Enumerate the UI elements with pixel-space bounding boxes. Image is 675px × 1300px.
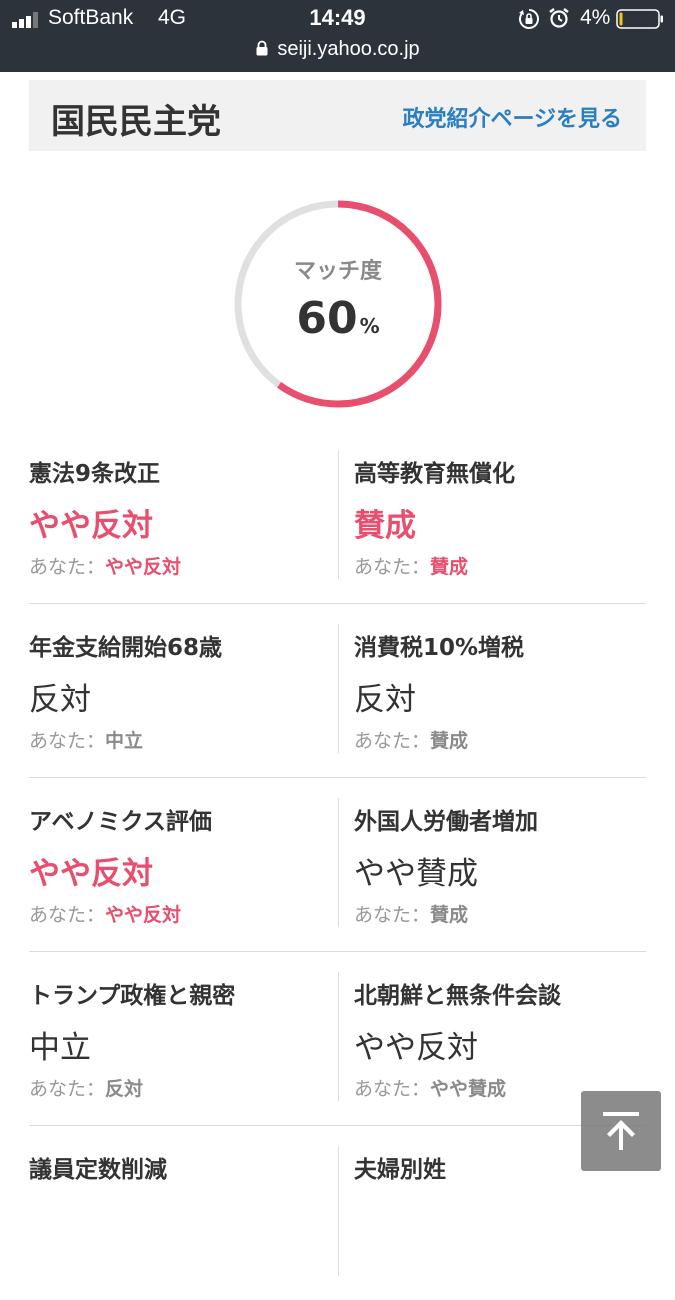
party-header: 国民民主党 政党紹介ページを見る — [29, 80, 646, 151]
column-divider — [338, 450, 339, 579]
issue-topic: 憲法9条改正 — [29, 461, 161, 487]
your-answer-value: やや反対 — [105, 556, 182, 578]
your-answer: あなた：やや反対 — [29, 552, 181, 579]
url-bar[interactable]: seiji.yahoo.co.jp — [0, 38, 675, 70]
alarm-icon — [549, 8, 569, 28]
issue-card: 外国人労働者増加やや賛成あなた：賛成 — [354, 778, 654, 952]
issue-row: トランプ政権と親密 中立 あなた：反対 北朝鮮と無条件会談 やや反対 あなた：やや賛成 — [29, 952, 646, 1126]
issue-row: アベノミクス評価 やや反対 あなた：やや反対 外国人労働者増加 やや賛成 あなた：賛成 — [29, 778, 646, 952]
issue-topic: 北朝鮮と無条件会談 — [354, 983, 561, 1009]
your-answer-label: あなた： — [29, 730, 106, 752]
issue-card: 高等教育無償化 賛成 あなた：賛成 — [354, 430, 654, 604]
your-answer-label: あなた： — [354, 730, 431, 752]
your-answer-label: あなた： — [354, 1078, 431, 1100]
party-stance: 反対 — [354, 682, 416, 718]
column-divider — [338, 972, 339, 1101]
your-answer: あなた：やや賛成 — [354, 1074, 506, 1101]
your-answer-value: 賛成 — [430, 556, 469, 578]
your-answer: あなた：賛成 — [354, 726, 468, 753]
arrow-up-to-top-icon — [603, 1112, 639, 1150]
column-divider — [338, 624, 339, 753]
issue-row: 憲法9条改正 やや反対 あなた：やや反対 高等教育無償化 賛成 あなた：賛成 — [29, 430, 646, 604]
issue-topic: 議員定数削減 — [29, 1157, 167, 1183]
party-stance: 賛成 — [354, 508, 416, 544]
issue-grid: 憲法9条改正 やや反対 あなた：やや反対 高等教育無償化 賛成 あなた：賛成 年金支給開始6… — [29, 430, 646, 1300]
issue-topic: トランプ政権と親密 — [29, 983, 236, 1009]
status-bar: SoftBank 4G 14:49 4% seiji.yahoo.co.jp — [0, 0, 675, 72]
issue-card: 議員定数削減 — [29, 1126, 329, 1300]
issue-card: 年金支給開始68歳反対あなた：中立 — [29, 604, 329, 778]
party-stance: 反対 — [29, 682, 91, 718]
party-name: 国民民主党 — [51, 102, 221, 142]
your-answer-value: やや賛成 — [430, 1078, 507, 1100]
party-stance: やや反対 — [29, 856, 153, 892]
your-answer-value: 賛成 — [430, 730, 469, 752]
your-answer-label: あなた： — [354, 904, 431, 926]
match-unit: % — [359, 314, 380, 338]
lock-icon — [256, 40, 268, 56]
issue-row: 議員定数削減 夫婦別姓 — [29, 1126, 646, 1300]
clock: 14:49 — [309, 5, 366, 30]
match-value: 60% — [232, 293, 444, 344]
your-answer-value: 反対 — [105, 1078, 144, 1100]
issue-card: 消費税10%増税反対あなた：賛成 — [354, 604, 654, 778]
your-answer: あなた：中立 — [29, 726, 143, 753]
issue-card: アベノミクス評価 やや反対 あなた：やや反対 — [29, 778, 329, 952]
orientation-lock-icon — [519, 9, 539, 29]
your-answer: あなた：やや反対 — [29, 900, 181, 927]
party-stance: やや反対 — [29, 508, 153, 544]
your-answer: あなた：反対 — [29, 1074, 143, 1101]
party-profile-link[interactable]: 政党紹介ページを見る — [402, 101, 622, 133]
battery-icon — [616, 9, 663, 29]
issue-topic: 消費税10%増税 — [354, 635, 525, 661]
match-label: マッチ度 — [293, 259, 382, 284]
scroll-top-button[interactable] — [581, 1091, 661, 1171]
party-stance: 中立 — [29, 1030, 91, 1066]
your-answer-label: あなた： — [29, 556, 106, 578]
issue-topic: 外国人労働者増加 — [354, 809, 538, 835]
issue-card: トランプ政権と親密中立あなた：反対 — [29, 952, 329, 1126]
match-percent: 60 — [296, 293, 358, 344]
your-answer-label: あなた： — [29, 1078, 106, 1100]
your-answer: あなた：賛成 — [354, 552, 468, 579]
issue-row: 年金支給開始68歳 反対 あなた：中立 消費税10%増税 反対 あなた：賛成 — [29, 604, 646, 778]
column-divider — [338, 798, 339, 927]
party-stance: やや賛成 — [354, 856, 478, 892]
battery-percent: 4% — [580, 6, 611, 29]
party-stance: やや反対 — [354, 1030, 478, 1066]
your-answer: あなた：賛成 — [354, 900, 468, 927]
your-answer-label: あなた： — [29, 904, 106, 926]
your-answer-value: 中立 — [105, 730, 144, 752]
issue-topic: 年金支給開始68歳 — [29, 635, 223, 661]
issue-topic: 夫婦別姓 — [354, 1157, 446, 1183]
column-divider — [338, 1146, 339, 1276]
your-answer-value: やや反対 — [105, 904, 182, 926]
url-text: seiji.yahoo.co.jp — [277, 38, 420, 60]
issue-card: 憲法9条改正 やや反対 あなた：やや反対 — [29, 430, 329, 604]
issue-topic: 高等教育無償化 — [354, 461, 515, 487]
issue-topic: アベノミクス評価 — [29, 809, 212, 835]
your-answer-label: あなた： — [354, 556, 431, 578]
your-answer-value: 賛成 — [430, 904, 469, 926]
